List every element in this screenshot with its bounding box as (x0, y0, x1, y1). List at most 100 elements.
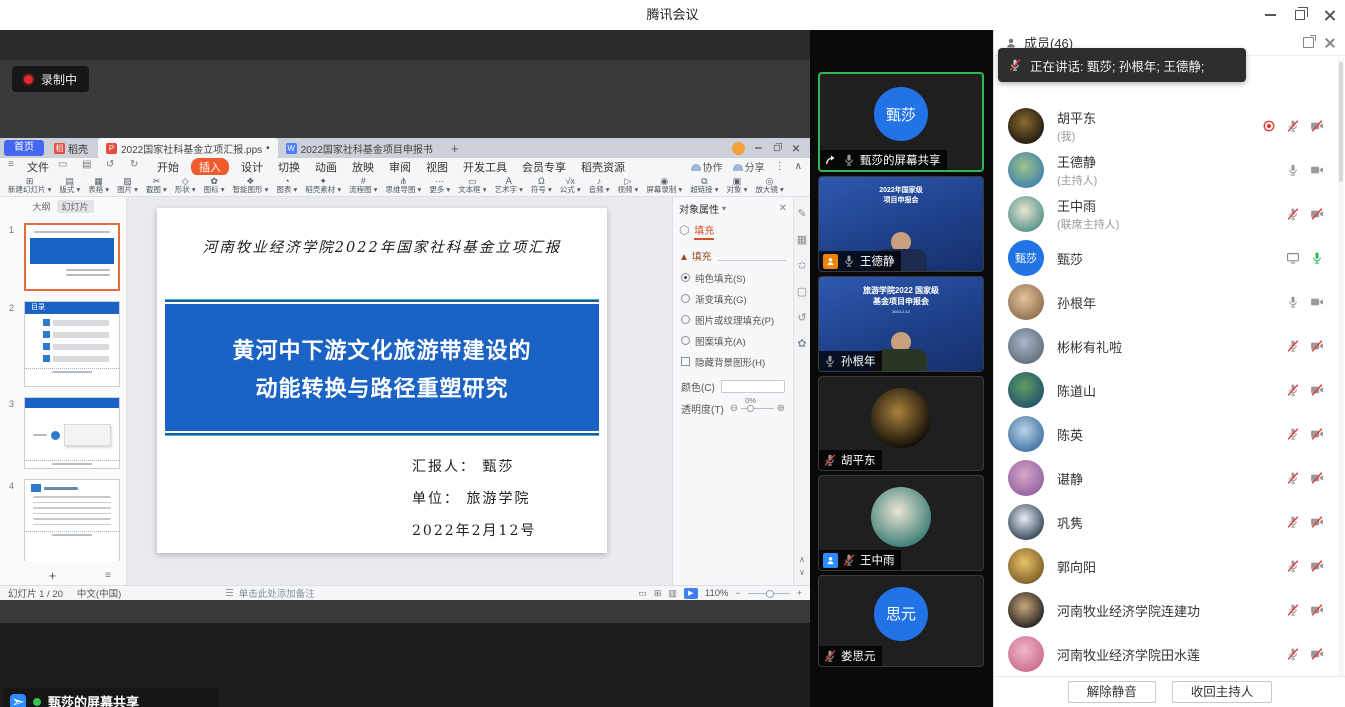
wps-docer-tab[interactable]: 稻稻壳 (48, 141, 94, 156)
menu-item-放映[interactable]: 放映 (349, 159, 377, 175)
menu-right-协作[interactable]: 协作 (691, 159, 723, 174)
reading-view-icon[interactable]: ▥ (668, 588, 677, 599)
slides-tab[interactable]: 幻灯片 (57, 200, 94, 213)
ribbon-超链接[interactable]: ⧉超链接 ▾ (686, 177, 722, 194)
member-row[interactable]: 彬彬有礼啦 (994, 324, 1338, 368)
slide-thumbnail-2[interactable]: 目录 (24, 301, 120, 387)
video-tile-甄莎的屏幕共享[interactable]: 甄莎甄莎的屏幕共享 (818, 72, 984, 172)
ribbon-音频[interactable]: ♪音频 ▾ (585, 177, 614, 194)
slideshow-play-button[interactable]: ▶ (684, 588, 698, 599)
fill-option-图片或纹理填充(P)[interactable]: 图片或纹理填充(P) (673, 309, 793, 330)
thumbnail-menu-icon[interactable]: ≡ (105, 570, 127, 581)
member-row[interactable]: 陈英 (994, 412, 1338, 456)
popout-panel-icon[interactable] (1303, 37, 1314, 48)
ribbon-稻壳素材[interactable]: ✦稻壳素材 ▾ (301, 177, 345, 194)
menu-item-开发工具[interactable]: 开发工具 (460, 159, 510, 175)
wps-minimize-icon[interactable] (755, 147, 762, 148)
member-row[interactable]: 河南牧业经济学院连建功 (994, 588, 1338, 632)
member-row[interactable]: 王德静(主持人) (994, 148, 1338, 192)
menu-item-设计[interactable]: 设计 (238, 159, 266, 175)
wps-close-icon[interactable] (792, 144, 799, 151)
video-tile-王中雨[interactable]: 王中雨 (818, 475, 984, 571)
video-tile-娄思元[interactable]: 思元娄思元 (818, 575, 984, 667)
ribbon-表格[interactable]: ▦表格 ▾ (84, 177, 113, 194)
add-slide-button[interactable]: + (0, 568, 105, 583)
notes-placeholder[interactable]: 单击此处添加备注 (239, 586, 315, 600)
zoom-out-icon[interactable]: − (735, 588, 740, 598)
ribbon-公式[interactable]: √x公式 ▾ (556, 177, 585, 194)
member-row[interactable]: 巩隽 (994, 500, 1338, 544)
ribbon-对象[interactable]: ▣对象 ▾ (723, 177, 752, 194)
ribbon-图片[interactable]: ▨图片 ▾ (113, 177, 142, 194)
slide-nav-arrows[interactable]: ∧∨ (799, 555, 805, 577)
wps-account-avatar[interactable] (732, 142, 745, 155)
menu-item-会员专享[interactable]: 会员专享 (519, 159, 569, 175)
fill-option-渐变填充(G)[interactable]: 渐变填充(G) (673, 288, 793, 309)
menu-item-动画[interactable]: 动画 (312, 159, 340, 175)
outline-tab[interactable]: 大纲 (32, 200, 50, 213)
ribbon-符号[interactable]: Ω符号 ▾ (527, 177, 556, 194)
more-icon[interactable]: ⋮ (775, 161, 785, 172)
side-tool-icon[interactable]: ✩ (797, 259, 806, 272)
slide-sorter-icon[interactable]: ⊞ (654, 588, 662, 599)
slide-thumbnail-3[interactable] (24, 397, 120, 469)
ribbon-智能图形[interactable]: ❖智能图形 ▾ (229, 177, 273, 194)
member-row[interactable]: 郭向阳 (994, 544, 1338, 588)
wps-file-tab[interactable]: W2022国家社科基金项目申报书 (278, 138, 441, 158)
ribbon-新建幻灯片[interactable]: ⊞新建幻灯片 ▾ (4, 177, 55, 194)
member-row[interactable]: 孙根年 (994, 280, 1338, 324)
collapse-ribbon-icon[interactable]: ∧ (795, 161, 802, 172)
normal-view-icon[interactable]: ▭ (638, 588, 647, 599)
ribbon-版式[interactable]: ▤版式 ▾ (55, 177, 84, 194)
ribbon-流程图[interactable]: #流程图 ▾ (345, 177, 381, 194)
ribbon-屏幕录制[interactable]: ◉屏幕录制 ▾ (642, 177, 686, 194)
member-row[interactable]: 谌静 (994, 456, 1338, 500)
member-list-scrollbar[interactable] (1338, 58, 1344, 704)
fill-option-图案填充(A)[interactable]: 图案填充(A) (673, 330, 793, 351)
slide-thumbnail-1[interactable] (24, 223, 120, 291)
wps-restore-icon[interactable] (774, 145, 780, 151)
side-tool-icon[interactable]: ↺ (797, 311, 806, 324)
side-tool-icon[interactable]: ✎ (797, 207, 806, 220)
undo-icon[interactable]: ↺ (106, 159, 121, 174)
video-tile-孙根年[interactable]: 旅游学院2022 国家级基金项目申报会2022.2.12孙根年 (818, 276, 984, 372)
menu-item-审阅[interactable]: 审阅 (386, 159, 414, 175)
member-list[interactable]: 胡平东(我)王德静(主持人)王中雨(联席主持人)甄莎甄莎孙根年彬彬有礼啦陈道山陈… (994, 104, 1338, 674)
side-tool-icon[interactable]: ▢ (797, 285, 807, 298)
fill-option-隐藏背景图形(H)[interactable]: 隐藏背景图形(H) (673, 351, 793, 372)
wps-file-tab[interactable]: P2022国家社科基金立项汇报.pps• (98, 138, 278, 158)
zoom-slider[interactable] (748, 593, 790, 594)
ribbon-放大镜[interactable]: ◎放大镜 ▾ (751, 177, 787, 194)
menu-item-视图[interactable]: 视图 (423, 159, 451, 175)
close-button[interactable] (1315, 0, 1345, 30)
menu-item-切换[interactable]: 切换 (275, 159, 303, 175)
reclaim-host-button[interactable]: 收回主持人 (1172, 681, 1273, 703)
ribbon-截图[interactable]: ✂截图 ▾ (142, 177, 171, 194)
zoom-in-icon[interactable]: + (797, 588, 802, 598)
ribbon-图标[interactable]: ✿图标 ▾ (200, 177, 229, 194)
ribbon-思维导图[interactable]: ⋔思维导图 ▾ (381, 177, 425, 194)
save-icon[interactable]: ▭ (58, 159, 73, 174)
ribbon-文本框[interactable]: ▭文本框 ▾ (454, 177, 490, 194)
menu-item-插入[interactable]: 插入 (191, 158, 229, 176)
transparency-slider[interactable]: ⊖ 0% ⊕ (730, 403, 785, 414)
video-tile-胡平东[interactable]: 胡平东 (818, 376, 984, 471)
unmute-button[interactable]: 解除静音 (1068, 681, 1156, 703)
ribbon-视频[interactable]: ▷视频 ▾ (613, 177, 642, 194)
side-tool-icon[interactable]: ▦ (797, 233, 807, 246)
fill-tab[interactable]: 填充 (694, 222, 714, 240)
ribbon-图表[interactable]: ◔图表 ▾ (272, 177, 301, 194)
member-row[interactable]: 胡平东(我) (994, 104, 1338, 148)
wps-file-menu[interactable]: ≡文件 (8, 159, 49, 175)
restore-button[interactable] (1285, 0, 1315, 30)
member-row[interactable]: 王中雨(联席主持人) (994, 192, 1338, 236)
member-row[interactable]: 河南牧业经济学院田水莲 (994, 632, 1338, 674)
print-icon[interactable]: ▤ (82, 159, 97, 174)
slide-thumbnail-4[interactable] (24, 479, 120, 561)
menu-item-开始[interactable]: 开始 (154, 159, 182, 175)
minimize-button[interactable] (1255, 0, 1285, 30)
wps-home-tab[interactable]: 首页 (4, 140, 44, 156)
new-tab-button[interactable]: + (445, 141, 465, 156)
ribbon-更多[interactable]: ⋯更多 ▾ (425, 177, 454, 194)
side-tool-icon[interactable]: ✿ (797, 337, 806, 350)
